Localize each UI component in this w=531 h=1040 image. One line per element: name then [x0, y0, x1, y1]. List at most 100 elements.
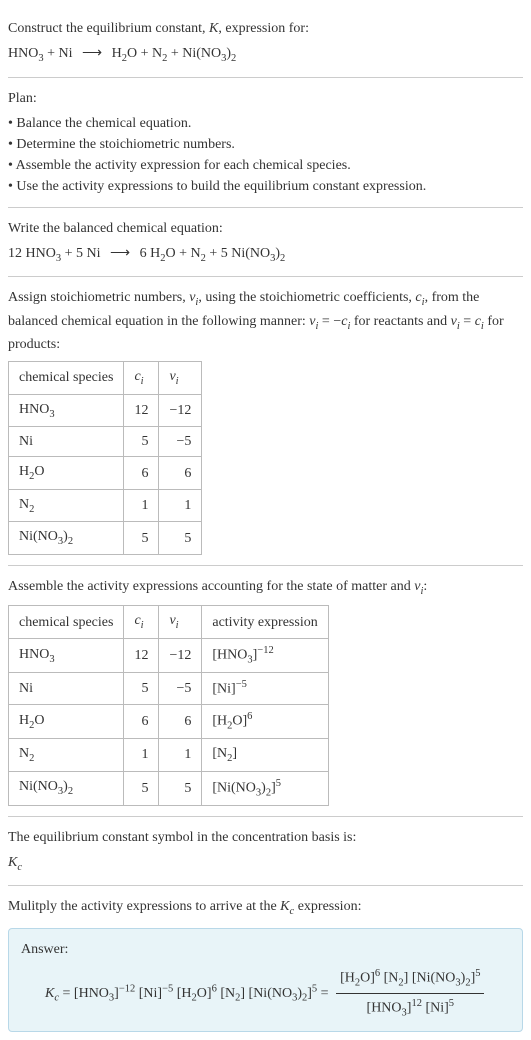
- title: Construct the equilibrium constant, K, e…: [8, 18, 523, 39]
- balanced-label: Write the balanced chemical equation:: [8, 218, 523, 239]
- th-ci: ci: [124, 606, 159, 639]
- cell-species: Ni: [9, 427, 124, 457]
- eq-text: + Ni(NO: [167, 46, 221, 61]
- term: O]: [197, 986, 212, 1001]
- arrow-icon: ⟶: [82, 46, 102, 61]
- multiply-section: Mulitply the activity expressions to arr…: [8, 886, 523, 1032]
- sp: N: [19, 497, 29, 512]
- plan-list: • Balance the chemical equation. • Deter…: [8, 113, 523, 197]
- term: [N: [380, 971, 398, 986]
- sub: c: [17, 862, 22, 873]
- kc-expression: Kc = [HNO3]−12 [Ni]−5 [H2O]6 [N2] [Ni(NO…: [21, 966, 510, 1021]
- cell-species: HNO3: [9, 394, 124, 427]
- cell-c: 5: [124, 427, 159, 457]
- sub: 3: [49, 409, 54, 420]
- k: K: [8, 855, 17, 870]
- ae: [H: [212, 714, 227, 729]
- cell-c: 12: [124, 639, 159, 673]
- plan-item: • Use the activity expressions to build …: [8, 176, 523, 197]
- sp: O: [34, 464, 44, 479]
- title-text2: , expression for:: [218, 21, 309, 36]
- table-header-row: chemical species ci νi activity expressi…: [9, 606, 329, 639]
- table-row: Ni(NO3)2 5 5 [Ni(NO3)2]5: [9, 771, 329, 805]
- cell-c: 6: [124, 457, 159, 490]
- answer-label: Answer:: [21, 939, 510, 960]
- activity-table: chemical species ci νi activity expressi…: [8, 605, 329, 805]
- sub: i: [176, 376, 179, 387]
- sp: H: [19, 713, 29, 728]
- symbol-text: The equilibrium constant symbol in the c…: [8, 827, 523, 848]
- cell-v: 6: [159, 704, 202, 738]
- sp: Ni(NO: [19, 779, 58, 794]
- cell-species: Ni: [9, 673, 124, 705]
- table-header-row: chemical species ci νi: [9, 362, 202, 395]
- text: , using the stoichiometric coefficients,: [198, 290, 415, 305]
- term: [H: [173, 986, 191, 1001]
- cell-v: 6: [159, 457, 202, 490]
- plan-item: • Determine the stoichiometric numbers.: [8, 134, 523, 155]
- eq-text: O + N: [165, 246, 200, 261]
- cell-v: −12: [159, 394, 202, 427]
- text: =: [460, 314, 475, 329]
- ae: ]: [232, 746, 237, 761]
- cell-c: 6: [124, 704, 159, 738]
- sup: 5: [276, 778, 281, 789]
- cell-activity: [N2]: [202, 739, 328, 772]
- sup: −12: [119, 983, 135, 994]
- cell-species: N2: [9, 489, 124, 522]
- eq-text: + 5 Ni(NO: [206, 246, 270, 261]
- cell-species: Ni(NO3)2: [9, 771, 124, 805]
- title-text: Construct the equilibrium constant,: [8, 21, 209, 36]
- sub: 2: [68, 786, 73, 797]
- cell-c: 1: [124, 489, 159, 522]
- cell-c: 5: [124, 522, 159, 555]
- plan-item: • Balance the chemical equation.: [8, 113, 523, 134]
- cell-v: −5: [159, 673, 202, 705]
- eq-text: O + N: [127, 46, 162, 61]
- cell-species: H2O: [9, 457, 124, 490]
- sup: 6: [247, 711, 252, 722]
- stoich-table: chemical species ci νi HNO3 12 −12 Ni 5 …: [8, 361, 202, 555]
- sub: 2: [29, 753, 34, 764]
- cell-c: 12: [124, 394, 159, 427]
- term: [Ni]: [135, 986, 162, 1001]
- th-species: chemical species: [9, 606, 124, 639]
- term: [HNO: [367, 1001, 402, 1016]
- table-row: Ni(NO3)2 5 5: [9, 522, 202, 555]
- eq-text: HNO: [8, 46, 38, 61]
- eq-text: + Ni: [44, 46, 76, 61]
- eq-text: 6 H: [136, 246, 160, 261]
- cell-v: −12: [159, 639, 202, 673]
- multiply-text: Mulitply the activity expressions to arr…: [8, 896, 523, 920]
- text: Assign stoichiometric numbers,: [8, 290, 189, 305]
- sp: H: [19, 464, 29, 479]
- balanced-section: Write the balanced chemical equation: 12…: [8, 208, 523, 278]
- table-row: Ni 5 −5 [Ni]−5: [9, 673, 329, 705]
- denominator: [HNO3]12 [Ni]5: [336, 994, 484, 1021]
- cell-v: 5: [159, 522, 202, 555]
- cell-activity: [Ni(NO3)2]5: [202, 771, 328, 805]
- eq: =: [59, 986, 74, 1001]
- unbalanced-equation: HNO3 + Ni ⟶ H2O + N2 + Ni(NO3)2: [8, 43, 523, 67]
- sp: N: [19, 746, 29, 761]
- numerator: [H2O]6 [N2] [Ni(NO3)2]5: [336, 966, 484, 994]
- sub: 3: [49, 654, 54, 665]
- cell-species: Ni(NO3)2: [9, 522, 124, 555]
- balanced-equation: 12 HNO3 + 5 Ni ⟶ 6 H2O + N2 + 5 Ni(NO3)2: [8, 243, 523, 267]
- table-row: HNO3 12 −12 [HNO3]−12: [9, 639, 329, 673]
- fraction: [H2O]6 [N2] [Ni(NO3)2]5[HNO3]12 [Ni]5: [336, 966, 484, 1021]
- sp: HNO: [19, 647, 49, 662]
- cell-activity: [H2O]6: [202, 704, 328, 738]
- sub: i: [141, 620, 144, 631]
- th-nui: νi: [159, 606, 202, 639]
- sp: HNO: [19, 402, 49, 417]
- table-row: HNO3 12 −12: [9, 394, 202, 427]
- sp: O: [34, 713, 44, 728]
- cell-v: 1: [159, 489, 202, 522]
- text: for reactants and: [350, 314, 450, 329]
- symbol-section: The equilibrium constant symbol in the c…: [8, 817, 523, 887]
- cell-v: 5: [159, 771, 202, 805]
- text: Mulitply the activity expressions to arr…: [8, 899, 280, 914]
- sub: i: [176, 620, 179, 631]
- term: O]: [360, 971, 375, 986]
